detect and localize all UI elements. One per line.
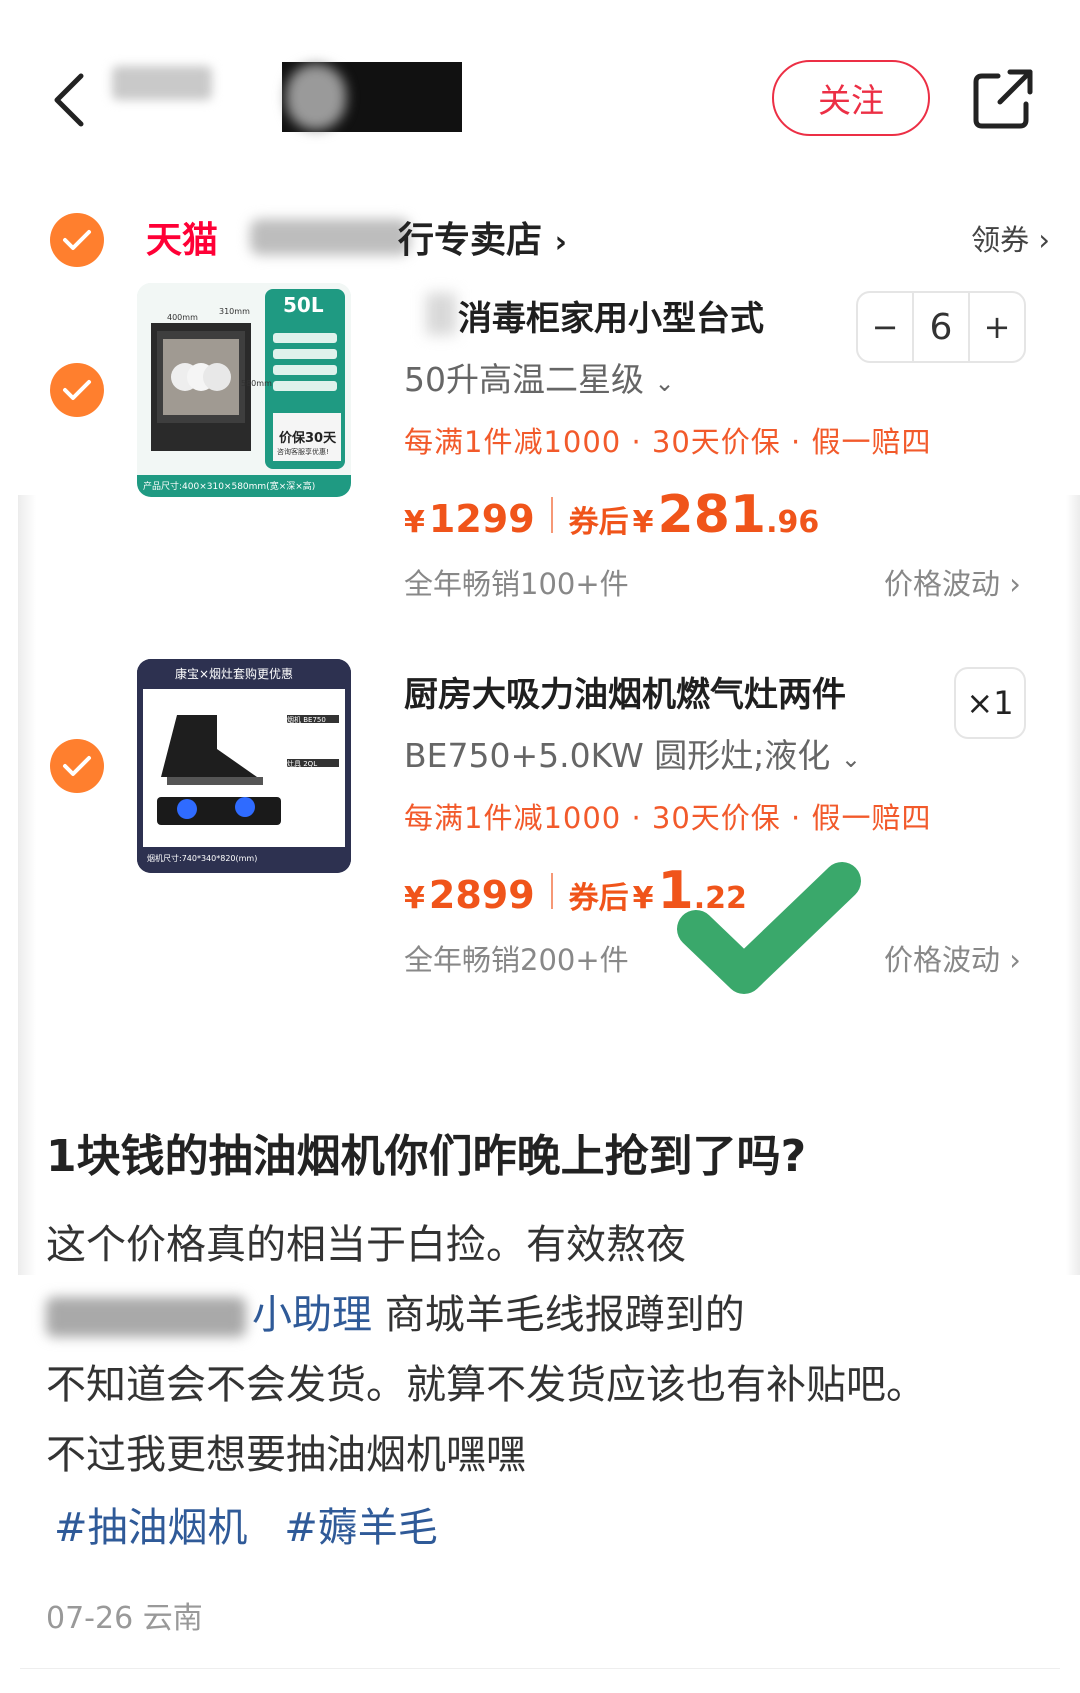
thumb-dim-height: 580mm xyxy=(241,379,272,388)
author-avatar-redacted[interactable] xyxy=(282,62,462,132)
redacted-mention xyxy=(46,1297,246,1337)
price-after-dec: .96 xyxy=(766,505,820,540)
price-trend-link[interactable]: 价格波动 › xyxy=(884,561,1021,603)
hashtag-link[interactable]: #薅羊毛 xyxy=(284,1505,438,1551)
product-2-sales: 全年畅销200+件 xyxy=(404,943,629,977)
product-2-thumbnail[interactable]: 康宝×烟灶套购更优惠 烟机 BE750 灶具 2QL 烟机尺寸:740*340*… xyxy=(137,659,351,873)
shop-row[interactable]: 天猫 行专卖店 › 领券 › xyxy=(18,195,1080,285)
yen-symbol: ¥ xyxy=(632,505,654,540)
thumb-footer: 产品尺寸:400×310×580mm(宽×深×高) xyxy=(143,482,316,492)
plus-button[interactable]: + xyxy=(970,293,1024,361)
card-shadow-right xyxy=(1066,495,1080,1275)
trend-label: 价格波动 xyxy=(884,567,1001,601)
divider xyxy=(20,1668,1060,1669)
chevron-right-icon: › xyxy=(1009,567,1021,601)
thumb-capacity: 50L xyxy=(283,293,324,317)
card-shadow-left xyxy=(18,495,36,1275)
shop-name-text: 行专卖店 xyxy=(398,220,543,261)
post-body-line-2: 小助理 商城羊毛线报蹲到的 xyxy=(46,1282,745,1340)
quantity-value[interactable]: 6 xyxy=(912,293,970,361)
post-location: 云南 xyxy=(142,1601,203,1636)
follow-button[interactable]: 关注 xyxy=(772,60,930,136)
coupon-label: 领券 xyxy=(971,223,1030,257)
post-body-line-4: 不过我更想要抽油烟机嘿嘿 xyxy=(46,1432,526,1478)
thumb-price-badge: 价保30天 xyxy=(279,431,337,446)
price-divider xyxy=(550,497,553,533)
post-meta: 07-26 云南 xyxy=(46,1593,203,1637)
product-1-title[interactable]: 消毒柜家用小型台式 xyxy=(458,291,764,340)
price-divider xyxy=(550,873,553,909)
author-name-redacted[interactable] xyxy=(112,66,212,100)
coupon-link[interactable]: 领券 › xyxy=(971,217,1050,259)
yen-symbol: ¥ xyxy=(404,505,425,540)
quantity-stepper[interactable]: − 6 + xyxy=(856,291,1026,363)
chevron-right-icon: › xyxy=(1009,943,1021,977)
product-1-checkbox[interactable] xyxy=(50,363,104,417)
post-body-line-2-text: 商城羊毛线报蹲到的 xyxy=(372,1292,745,1338)
thumb-dim-width: 400mm xyxy=(167,313,198,322)
post-body-line-3: 不知道会不会发货。就算不发货应该也有补贴吧。 xyxy=(46,1362,926,1408)
mention-link[interactable]: 小助理 xyxy=(252,1292,372,1338)
shop-checkbox[interactable] xyxy=(50,213,104,267)
tmall-brand-label: 天猫 xyxy=(146,220,219,261)
chevron-right-icon: › xyxy=(554,225,567,260)
thumb-stove-model: 灶具 2QL xyxy=(287,760,318,768)
thumb-footer: 烟机尺寸:740*340*820(mm) xyxy=(147,854,258,863)
yen-symbol: ¥ xyxy=(632,881,654,916)
hashtag-list: #抽油烟机 #薅羊毛 xyxy=(54,1495,462,1553)
chevron-down-icon: ⌄ xyxy=(654,369,675,397)
share-icon[interactable] xyxy=(970,66,1036,132)
product-1-price: ¥ 1299 券后 ¥ 281 .96 xyxy=(404,485,819,545)
spec-text: 50升高温二星级 xyxy=(404,360,644,399)
chevron-down-icon: ⌄ xyxy=(840,745,861,773)
quantity-badge[interactable]: ×1 xyxy=(954,667,1026,739)
product-1-promo: 每满1件减1000 · 30天价保 · 假一赔四 xyxy=(404,425,932,459)
thumb-badge-sub: 咨询客服享优惠! xyxy=(277,448,329,456)
price-after-label: 券后 xyxy=(568,881,629,916)
product-1-sales: 全年畅销100+件 xyxy=(404,567,629,601)
post-date: 07-26 xyxy=(46,1601,134,1636)
top-bar: 关注 xyxy=(0,0,1080,200)
thumb-hood-model: 烟机 BE750 xyxy=(287,716,326,724)
price-after-label: 券后 xyxy=(568,505,629,540)
spec-text: BE750+5.0KW 圆形灶;液化 xyxy=(404,736,831,775)
thumb-banner: 康宝×烟灶套购更优惠 xyxy=(175,667,294,681)
product-2-title[interactable]: 厨房大吸力油烟机燃气灶两件 xyxy=(404,667,846,716)
chevron-right-icon: › xyxy=(1038,223,1050,257)
product-2-checkbox[interactable] xyxy=(50,739,104,793)
green-checkmark-icon xyxy=(677,862,861,994)
shop-name-redacted xyxy=(250,219,410,255)
hashtag-link[interactable]: #抽油烟机 xyxy=(54,1505,248,1551)
product-1-spec[interactable]: 50升高温二星级 ⌄ xyxy=(404,353,675,401)
price-original: 2899 xyxy=(428,873,535,917)
product-1-thumbnail[interactable]: 50L 400mm 310mm 580mm 价保30天 咨询客服享优惠! 产品尺… xyxy=(137,283,351,497)
shop-name[interactable]: 行专卖店 › xyxy=(398,211,567,263)
order-screenshot-card: 天猫 行专卖店 › 领券 › 50L 400mm 310mm 580mm 价保3… xyxy=(18,195,1080,1275)
price-after-int: 281 xyxy=(657,485,767,545)
price-original: 1299 xyxy=(428,497,535,541)
back-icon[interactable] xyxy=(44,68,92,132)
price-trend-link[interactable]: 价格波动 › xyxy=(884,937,1021,979)
trend-label: 价格波动 xyxy=(884,943,1001,977)
title-redacted xyxy=(426,293,456,335)
product-2-spec[interactable]: BE750+5.0KW 圆形灶;液化 ⌄ xyxy=(404,729,861,777)
yen-symbol: ¥ xyxy=(404,881,425,916)
post-body-line-1: 这个价格真的相当于白捡。有效熬夜 xyxy=(46,1222,686,1268)
post-title: 1块钱的抽油烟机你们昨晚上抢到了吗? xyxy=(46,1131,807,1182)
thumb-dim-depth: 310mm xyxy=(219,307,250,316)
product-2-promo: 每满1件减1000 · 30天价保 · 假一赔四 xyxy=(404,801,932,835)
minus-button[interactable]: − xyxy=(858,293,912,361)
